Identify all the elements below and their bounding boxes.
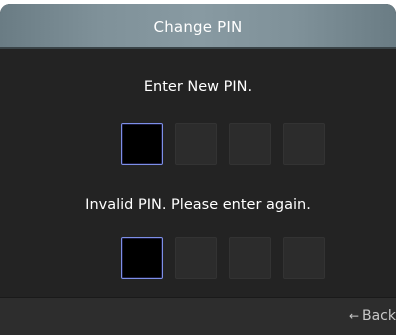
dialog-body: Enter New PIN. Invalid PIN. Please enter… — [0, 49, 396, 297]
new-pin-digit-1[interactable] — [121, 123, 163, 165]
dialog-footer: ← Back — [0, 297, 396, 335]
new-pin-digit-3[interactable] — [229, 123, 271, 165]
confirm-pin-digit-2[interactable] — [175, 237, 217, 279]
confirm-pin-digit-4[interactable] — [283, 237, 325, 279]
arrow-left-icon: ← — [348, 309, 359, 323]
back-button-label: Back — [362, 308, 396, 324]
new-pin-digit-2[interactable] — [175, 123, 217, 165]
enter-pin-prompt: Enter New PIN. — [143, 79, 253, 95]
change-pin-dialog: Change PIN Enter New PIN. Invalid PIN. P… — [0, 4, 396, 335]
new-pin-digit-4[interactable] — [283, 123, 325, 165]
back-button[interactable]: ← Back — [349, 308, 396, 324]
confirm-pin-digit-1[interactable] — [121, 237, 163, 279]
invalid-pin-message: Invalid PIN. Please enter again. — [85, 197, 311, 213]
confirm-pin-input-row[interactable] — [121, 237, 326, 279]
new-pin-input-row[interactable] — [121, 123, 326, 165]
dialog-title: Change PIN — [153, 17, 243, 36]
confirm-pin-digit-3[interactable] — [229, 237, 271, 279]
title-bar: Change PIN — [0, 4, 396, 49]
